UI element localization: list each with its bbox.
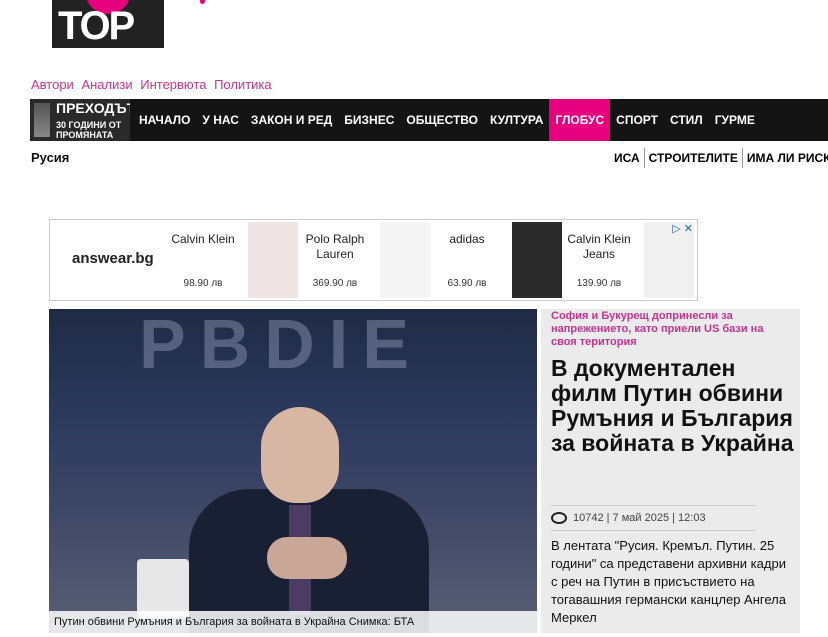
meta-line: 10742 | 7 май 2025 | 12:03 [573,512,706,524]
nav-item-home[interactable]: НАЧАЛО [133,99,196,141]
ad-choices-icon[interactable]: ▷ ✕ [672,222,693,235]
ad-product-price: 63.90 лв [447,278,487,289]
transition-banner[interactable]: ПРЕХОДЪТ 30 ГОДИНИ ОТ ПРОМЯНАТА [30,99,130,141]
image-caption: Путин обвини Румъния и България за война… [49,611,542,633]
top-links: Автори Анализи Интервюта Политика [31,77,276,92]
ad-product-image [512,222,562,298]
site-logo[interactable]: ТОР [52,0,164,48]
article-title[interactable]: В документален филм Путин обвини Румъния… [551,356,799,456]
news-ticker: ИСА СТРОИТЕЛИТЕ ИМА ЛИ РИСК З [610,148,828,168]
nav-item-local[interactable]: У НАС [196,99,245,141]
nav-item-culture[interactable]: КУЛТУРА [484,99,549,141]
ad-product-brand: Calvin Klein [171,232,235,246]
banner-title: ПРЕХОДЪТ [56,100,130,116]
eye-icon [551,512,567,525]
figure-hands [267,537,347,579]
ticker-item[interactable]: СТРОИТЕЛИТЕ [645,148,743,168]
nav-item-sport[interactable]: СПОРТ [610,99,664,141]
ad-product-price: 98.90 лв [183,278,223,289]
top-link-authors[interactable]: Автори [31,77,74,92]
ticker-item[interactable]: ИМА ЛИ РИСК З [743,148,828,168]
nav-items: НАЧАЛО У НАС ЗАКОН И РЕД БИЗНЕС ОБЩЕСТВО… [133,99,761,141]
top-link-interviews[interactable]: Интервюта [140,77,206,92]
statue-icon [34,103,50,137]
article-meta: 10742 | 7 май 2025 | 12:03 [551,505,756,532]
figure-head [261,407,339,503]
ad-product-brand: adidas [449,232,485,246]
nav-item-gourmet[interactable]: ГУРМЕ [709,99,761,141]
nav-item-business[interactable]: БИЗНЕС [338,99,400,141]
article-lead: В лентата "Русия. Кремъл. Путин. 25 годи… [551,538,786,625]
article-summary: София и Букурещ допринесли за напрежение… [541,309,800,633]
nav-item-law[interactable]: ЗАКОН И РЕД [245,99,338,141]
cup [137,559,189,619]
ad-product-image [248,222,298,298]
logo-accent-mark [200,0,205,4]
section-label[interactable]: Русия [31,150,69,165]
nav-item-style[interactable]: СТИЛ [664,99,709,141]
ad-banner[interactable]: answear.bg Calvin Klein 98.90 лв Polo Ra… [49,219,698,301]
ad-product-image [380,222,430,298]
ad-product-price: 369.90 лв [312,278,358,289]
main-nav: ПРЕХОДЪТ 30 ГОДИНИ ОТ ПРОМЯНАТА НАЧАЛО У… [30,99,828,141]
article-image[interactable]: PBDIE [49,309,537,633]
banner-subtitle: 30 ГОДИНИ ОТ ПРОМЯНАТА [56,120,122,140]
ad-product-brand: Calvin Klein Jeans [567,232,631,261]
nav-item-globe[interactable]: ГЛОБУС [549,99,611,141]
ticker-item[interactable]: ИСА [610,148,645,168]
top-link-politics[interactable]: Политика [214,77,272,92]
backdrop-lettering: PBDIE [139,309,423,383]
logo-text: ТОР [58,4,135,48]
top-link-analysis[interactable]: Анализи [81,77,132,92]
sub-bar: Русия ИСА СТРОИТЕЛИТЕ ИМА ЛИ РИСК З [0,142,828,172]
ad-product-brand: Polo Ralph Lauren [305,232,365,261]
article-kicker[interactable]: София и Букурещ допринесли за напрежение… [551,310,791,349]
ad-product-price: 139.90 лв [576,278,622,289]
ad-logo: answear.bg [72,250,154,267]
nav-item-society[interactable]: ОБЩЕСТВО [400,99,484,141]
